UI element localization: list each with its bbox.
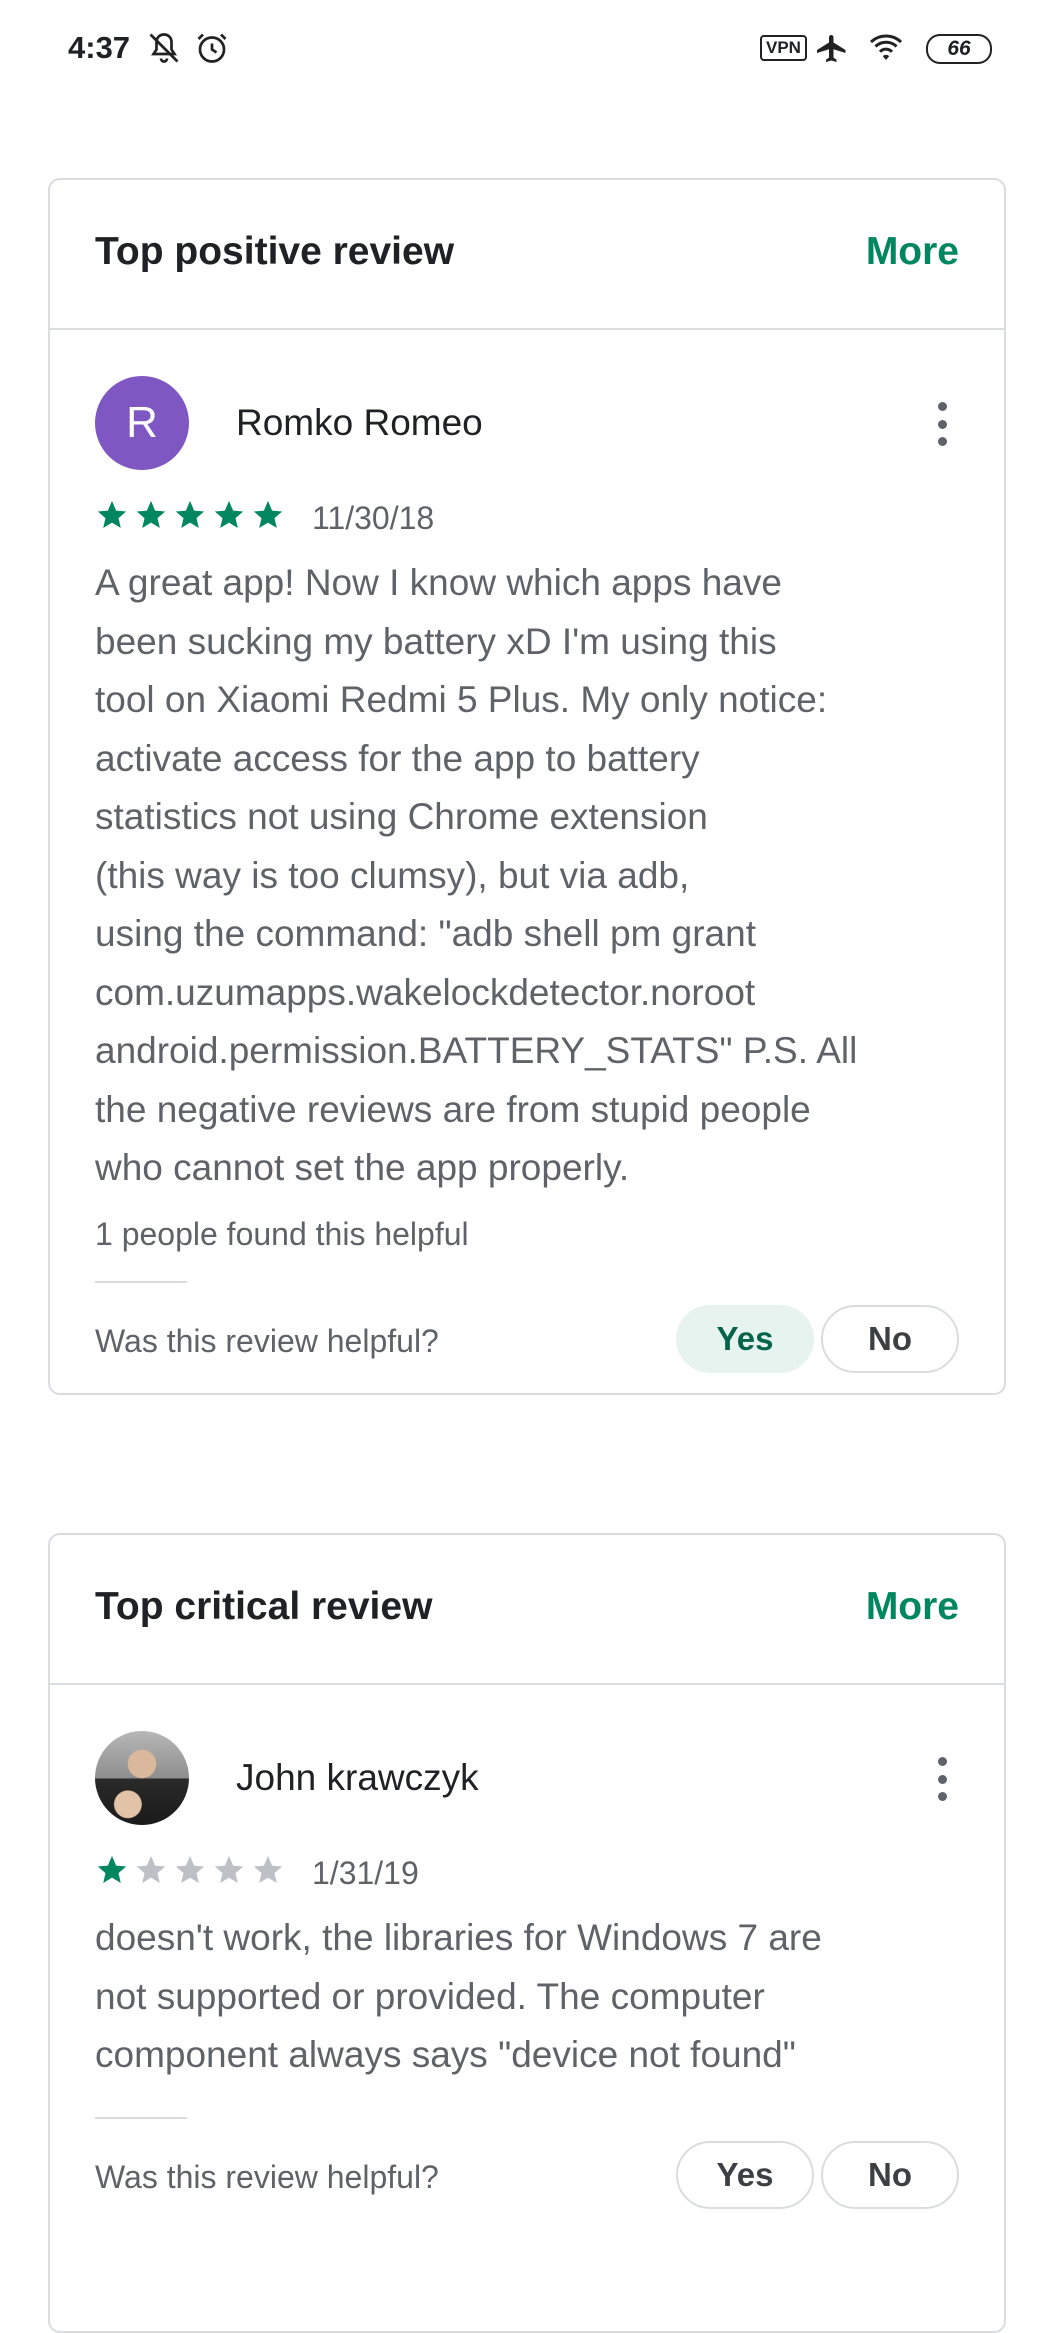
battery-indicator: 66: [926, 34, 992, 64]
card-header: Top critical review More: [50, 1535, 1004, 1685]
avatar: [95, 1731, 189, 1825]
star-filled-icon: [97, 1855, 127, 1884]
alarm-icon: [197, 33, 227, 63]
star-rating: [95, 498, 285, 532]
review-header: R Romko Romeo: [50, 330, 1004, 480]
star-filled-icon: [136, 500, 166, 529]
more-button[interactable]: More: [866, 230, 959, 274]
review-header: John krawczyk: [50, 1685, 1004, 1835]
rating-row: 11/30/18: [50, 480, 1004, 544]
review-text-line: component always says "device not found": [95, 2034, 796, 2075]
more-options-icon[interactable]: [936, 1757, 948, 1801]
review-text-line: activate access for the app to battery: [95, 737, 700, 779]
review-date: 1/31/19: [312, 1855, 419, 1891]
review-text-line: com.uzumapps.wakelockdetector.noroot: [95, 971, 756, 1013]
section-title: Top positive review: [95, 230, 455, 273]
section-title: Top critical review: [95, 1585, 433, 1628]
star-empty-icon: [175, 1855, 205, 1884]
review-text-line: who cannot set the app properly.: [95, 1147, 630, 1188]
review-text-line: the negative reviews are from stupid peo…: [95, 1088, 811, 1130]
avatar: R: [95, 376, 189, 470]
helpful-count: 1 people found this helpful: [95, 1215, 469, 1252]
star-filled-icon: [175, 500, 205, 529]
star-filled-icon: [97, 500, 127, 529]
helpful-question: Was this review helpful?: [95, 1322, 439, 1359]
star-filled-icon: [214, 500, 244, 529]
review-date: 11/30/18: [312, 500, 435, 536]
status-bar: 4:37 VPN 66: [0, 0, 1055, 100]
status-time: 4:37: [68, 30, 131, 65]
star-empty-icon: [214, 1855, 244, 1884]
helpful-row: Was this review helpful? Yes No: [50, 1283, 1004, 1393]
star-empty-icon: [136, 1855, 166, 1884]
review-text: A great app! Now I know which apps have b…: [95, 554, 959, 1198]
positive-review-card: Top positive review More R Romko Romeo 1…: [48, 178, 1006, 1395]
more-button[interactable]: More: [866, 1585, 959, 1629]
critical-review-card: Top critical review More John krawczyk 1…: [48, 1533, 1006, 2333]
review-text-line: been sucking my battery xD I'm using thi…: [95, 620, 777, 662]
rating-row: 1/31/19: [50, 1835, 1004, 1899]
review-text-line: not supported or provided. The computer: [95, 1975, 765, 2017]
review-text-line: using the command: "adb shell pm grant: [95, 913, 756, 954]
review-text-line: A great app! Now I know which apps have: [95, 562, 782, 603]
no-button[interactable]: No: [821, 2140, 959, 2209]
helpful-row: Was this review helpful? Yes No: [50, 2119, 1004, 2229]
airplane-mode-icon: [817, 35, 846, 62]
star-empty-icon: [253, 1855, 283, 1884]
star-filled-icon: [253, 500, 283, 529]
helpful-question: Was this review helpful?: [95, 2158, 439, 2195]
card-header: Top positive review More: [50, 180, 1004, 330]
review-text: doesn't work, the libraries for Windows …: [95, 1909, 959, 2085]
yes-button[interactable]: Yes: [676, 2140, 814, 2209]
more-options-icon[interactable]: [936, 402, 948, 446]
author-name: John krawczyk: [236, 1757, 479, 1798]
author-name: Romko Romeo: [236, 402, 483, 443]
review-text-line: (this way is too clumsy), but via adb,: [95, 854, 690, 896]
vpn-badge: VPN: [760, 35, 807, 61]
review-text-line: statistics not using Chrome extension: [95, 796, 708, 837]
review-text-line: android.permission.BATTERY_STATS" P.S. A…: [95, 1030, 858, 1071]
no-button[interactable]: No: [821, 1304, 959, 1373]
review-text-line: doesn't work, the libraries for Windows …: [95, 1917, 822, 1958]
wifi-icon: [869, 34, 903, 60]
review-text-line: tool on Xiaomi Redmi 5 Plus. My only not…: [95, 679, 828, 720]
mute-bell-icon: [149, 33, 179, 63]
star-rating: [95, 1853, 285, 1887]
yes-button[interactable]: Yes: [676, 1304, 814, 1373]
